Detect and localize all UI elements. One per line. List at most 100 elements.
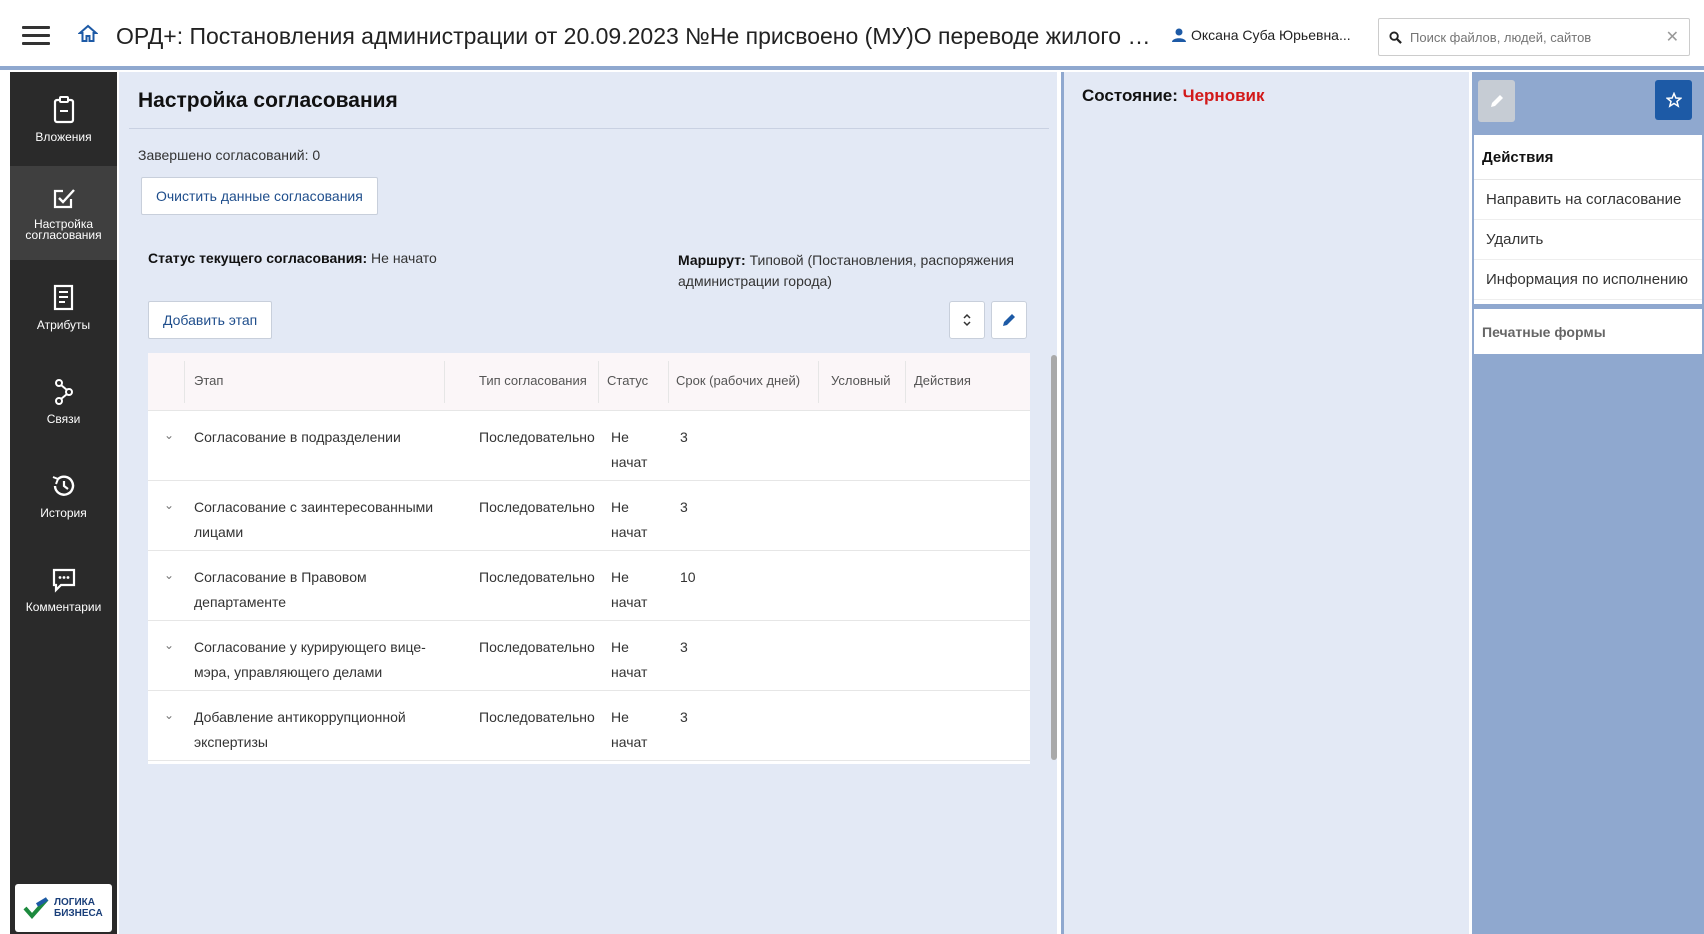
table-scrollbar[interactable] <box>1051 355 1057 760</box>
action-send-for-approval[interactable]: Направить на согласование <box>1474 180 1702 220</box>
user-icon <box>1172 28 1186 42</box>
table-row[interactable]: ⌄ Согласование в подразделении Последова… <box>148 411 1030 481</box>
search-box[interactable]: ✕ <box>1378 18 1690 56</box>
approval-type: Последовательно <box>479 709 595 725</box>
col-stage: Этап <box>194 373 224 388</box>
status-value: Не начато <box>367 250 437 266</box>
col-sep <box>598 361 599 403</box>
edit-button[interactable] <box>1478 80 1515 122</box>
stage-name: Добавление антикоррупционной экспертизы <box>194 709 406 750</box>
stage-status: Не начат <box>611 569 648 610</box>
left-nav: Вложения Настройка согласования Атрибуты… <box>10 72 117 934</box>
nav-item-history[interactable]: История <box>10 448 117 542</box>
history-icon <box>52 475 74 496</box>
table-row[interactable]: ⌄ Добавление антикоррупционной экспертиз… <box>148 691 1030 761</box>
nav-item-links[interactable]: Связи <box>10 354 117 448</box>
clear-search-icon[interactable]: ✕ <box>1666 27 1679 47</box>
stage-term: 3 <box>680 499 688 515</box>
edit-route-button[interactable] <box>991 301 1027 339</box>
nav-item-attachments[interactable]: Вложения <box>10 72 117 166</box>
sort-arrows-icon <box>963 313 971 327</box>
expand-chevron-icon[interactable]: ⌄ <box>164 708 174 722</box>
document-state: Состояние: Черновик <box>1082 86 1265 106</box>
action-delete[interactable]: Удалить <box>1474 220 1702 260</box>
stage-status: Не начат <box>611 709 648 750</box>
nav-label: История <box>40 505 87 520</box>
expand-collapse-button[interactable] <box>949 301 985 339</box>
current-status: Статус текущего согласования: Не начато <box>148 250 437 266</box>
favorite-button[interactable] <box>1655 80 1692 120</box>
table-row[interactable]: ⌄ Согласование у курирующего вице-мэра, … <box>148 621 1030 691</box>
nav-label: Связи <box>46 411 81 426</box>
actions-sidebar: Действия Направить на согласование Удали… <box>1472 72 1704 934</box>
stage-term: 3 <box>680 709 688 725</box>
logo-check-icon <box>23 897 49 920</box>
table-row[interactable]: ⌄ Согласование с заинтересованными лицам… <box>148 481 1030 551</box>
stage-status: Не начат <box>611 639 648 680</box>
clear-approval-button[interactable]: Очистить данные согласования <box>141 177 378 215</box>
stage-term: 10 <box>680 569 696 585</box>
top-bar: ОРД+: Постановления администрации от 20.… <box>0 0 1704 70</box>
add-stage-button[interactable]: Добавить этап <box>148 301 273 339</box>
actions-menu: Действия Направить на согласование Удали… <box>1474 135 1702 304</box>
print-forms-button[interactable]: Печатные формы <box>1474 309 1702 354</box>
table-row[interactable]: ⌄ Согласование в Правовом департаменте П… <box>148 551 1030 621</box>
logo-text-1: ЛОГИКА <box>54 897 95 908</box>
document-list-icon <box>53 284 73 310</box>
stage-term: 3 <box>680 429 688 445</box>
stage-name: Согласование в Правовом департаменте <box>194 569 367 610</box>
route-label: Маршрут: <box>678 252 746 268</box>
stage-status: Не начат <box>611 499 648 540</box>
approval-type: Последовательно <box>479 639 595 655</box>
status-label: Статус текущего согласования: <box>148 250 368 266</box>
col-sep <box>905 361 906 403</box>
company-logo: ЛОГИКА БИЗНЕСА <box>15 884 112 932</box>
stage-name: Согласование в подразделении <box>194 429 401 445</box>
col-sep <box>444 361 445 403</box>
document-title: ОРД+: Постановления администрации от 20.… <box>116 23 1151 49</box>
col-conditional: Условный <box>831 373 891 388</box>
nav-label: Вложения <box>35 129 92 144</box>
completed-count: Завершено согласований: 0 <box>138 147 321 163</box>
state-label: Состояние: <box>1082 86 1183 105</box>
stage-status: Не начат <box>611 429 648 470</box>
approval-type: Последовательно <box>479 569 595 585</box>
nav-item-approval-settings[interactable]: Настройка согласования <box>10 166 117 260</box>
route: Маршрут: Типовой (Постановления, распоря… <box>678 250 1038 292</box>
logo-text-2: БИЗНЕСА <box>54 908 103 919</box>
user-name[interactable]: Оксана Суба Юрьевна... <box>1172 27 1351 43</box>
approval-type: Последовательно <box>479 429 595 445</box>
stages-table: Этап Тип согласования Статус Срок (рабоч… <box>148 353 1057 764</box>
page-title: Настройка согласования <box>138 89 398 112</box>
home-icon[interactable] <box>77 24 100 46</box>
col-sep <box>668 361 669 403</box>
clipboard-icon <box>53 95 74 123</box>
pencil-icon <box>1003 314 1015 326</box>
nav-label: Настройка согласования <box>25 217 102 242</box>
stage-name: Согласование с заинтересованными лицами <box>194 499 434 540</box>
expand-chevron-icon[interactable]: ⌄ <box>164 638 174 652</box>
state-panel: Состояние: Черновик <box>1061 72 1469 934</box>
approval-settings-panel: Настройка согласования Завершено согласо… <box>119 72 1057 934</box>
actions-header: Действия <box>1474 135 1702 180</box>
comment-icon <box>52 568 75 593</box>
menu-icon[interactable] <box>22 26 50 46</box>
search-icon <box>1389 30 1402 44</box>
expand-chevron-icon[interactable]: ⌄ <box>164 568 174 582</box>
divider <box>129 128 1049 129</box>
table-header: Этап Тип согласования Статус Срок (рабоч… <box>148 353 1030 411</box>
approval-type: Последовательно <box>479 499 595 515</box>
nav-item-attributes[interactable]: Атрибуты <box>10 260 117 354</box>
action-execution-info[interactable]: Информация по исполнению <box>1474 260 1702 300</box>
nav-item-comments[interactable]: Комментарии <box>10 542 117 636</box>
expand-chevron-icon[interactable]: ⌄ <box>164 498 174 512</box>
nav-label: Комментарии <box>25 599 102 614</box>
expand-chevron-icon[interactable]: ⌄ <box>164 428 174 442</box>
pencil-icon <box>1490 95 1503 107</box>
nav-label: Атрибуты <box>36 317 91 332</box>
col-actions: Действия <box>914 373 971 388</box>
user-label: Оксана Суба Юрьевна... <box>1191 27 1351 43</box>
search-input[interactable] <box>1410 29 1666 45</box>
col-sep <box>184 361 185 403</box>
state-value: Черновик <box>1182 86 1265 105</box>
